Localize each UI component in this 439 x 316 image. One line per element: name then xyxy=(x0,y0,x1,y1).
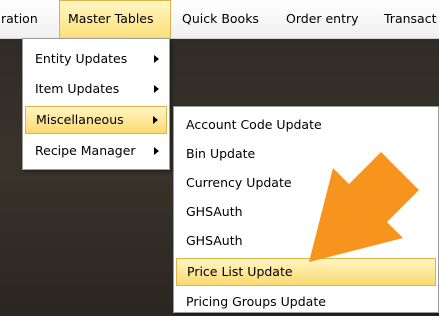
menu-item-label: Miscellaneous xyxy=(36,112,124,127)
menu-master-tables[interactable]: Master Tables xyxy=(59,0,171,38)
menu-item-entity-updates[interactable]: Entity Updates xyxy=(25,45,167,73)
menu-operation[interactable]: ration xyxy=(1,0,38,38)
menu-quick-books[interactable]: Quick Books xyxy=(182,0,259,38)
menu-item-label: Item Updates xyxy=(35,81,120,96)
menu-item-account-code-update[interactable]: Account Code Update xyxy=(176,111,436,139)
menu-item-ghsauth-2[interactable]: GHSAuth xyxy=(176,227,436,255)
master-tables-dropdown: Entity Updates Item Updates Miscellaneou… xyxy=(22,38,170,170)
menu-item-label: Entity Updates xyxy=(35,51,128,66)
menu-bar: ration Master Tables Quick Books Order e… xyxy=(0,0,439,39)
menu-item-currency-update[interactable]: Currency Update xyxy=(176,169,436,197)
menu-item-price-list-update[interactable]: Price List Update xyxy=(176,258,436,286)
menu-order-entry[interactable]: Order entry xyxy=(286,0,359,38)
submenu-arrow-icon xyxy=(153,116,158,124)
submenu-arrow-icon xyxy=(154,147,159,155)
menu-item-recipe-manager[interactable]: Recipe Manager xyxy=(25,137,167,165)
miscellaneous-submenu: Account Code Update Bin Update Currency … xyxy=(173,106,439,313)
submenu-arrow-icon xyxy=(154,85,159,93)
menu-item-miscellaneous[interactable]: Miscellaneous xyxy=(25,106,167,134)
menu-item-item-updates[interactable]: Item Updates xyxy=(25,75,167,103)
submenu-arrow-icon xyxy=(154,55,159,63)
menu-transactions[interactable]: Transact xyxy=(384,0,436,38)
menu-item-ghsauth[interactable]: GHSAuth xyxy=(176,198,436,226)
menu-item-bin-update[interactable]: Bin Update xyxy=(176,140,436,168)
menu-item-pricing-groups-update[interactable]: Pricing Groups Update xyxy=(176,288,436,316)
menu-item-label: Recipe Manager xyxy=(35,143,136,158)
